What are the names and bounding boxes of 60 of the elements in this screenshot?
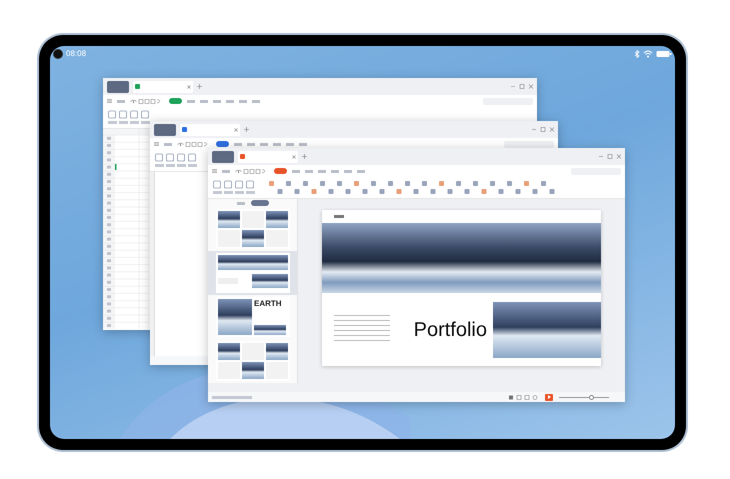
photo-placeholder <box>252 274 288 288</box>
photo-placeholder <box>218 211 240 228</box>
active-menu-tab[interactable] <box>216 141 229 147</box>
photo-placeholder <box>266 211 288 228</box>
bluetooth-icon <box>634 50 640 58</box>
view-mode-icons-drawing <box>509 394 539 400</box>
document-tab[interactable] <box>238 150 298 162</box>
slide-heading: EARTH <box>254 299 283 308</box>
active-menu-tab[interactable] <box>274 168 287 174</box>
thumbnail-row[interactable] <box>208 251 297 295</box>
photo-placeholder <box>218 343 240 360</box>
document-tab[interactable] <box>133 80 193 92</box>
clipboard-tools-drawing <box>108 110 152 125</box>
wifi-icon <box>643 50 653 58</box>
photo-placeholder <box>254 325 286 335</box>
menu-label-drawing <box>164 142 172 146</box>
plus-icon <box>302 154 307 159</box>
window-controls-icon <box>599 154 621 159</box>
pane-tab-drawing <box>236 202 244 204</box>
clipboard-tools-drawing <box>155 153 199 168</box>
plus-icon <box>197 84 202 89</box>
play-icon <box>548 395 550 399</box>
slide-thumbnail[interactable] <box>216 209 290 249</box>
active-menu-tab[interactable] <box>169 98 182 104</box>
slide-thumbnail[interactable]: EARTH <box>216 297 290 337</box>
slider-thumb[interactable] <box>589 394 594 400</box>
menu-label-drawing <box>222 170 230 172</box>
active-pane-tab[interactable] <box>250 200 268 206</box>
close-icon <box>234 128 238 132</box>
photo-placeholder <box>266 343 288 360</box>
menu-icon <box>107 99 112 103</box>
photo-placeholder <box>493 302 520 358</box>
home-tab[interactable] <box>212 150 234 162</box>
clipboard-tools-drawing <box>213 180 257 195</box>
slide-thumbnail[interactable] <box>216 341 290 381</box>
status-text-drawing <box>212 396 252 398</box>
play-button[interactable] <box>545 394 553 400</box>
photo-placeholder <box>218 299 252 335</box>
photo-placeholder <box>218 255 288 270</box>
search-field[interactable] <box>504 140 554 148</box>
menu-label-drawing <box>117 100 125 102</box>
window-controls-icon <box>511 84 533 89</box>
chapter-label-drawing <box>334 215 344 218</box>
photo-placeholder <box>242 362 264 379</box>
battery-icon <box>656 50 672 58</box>
slide-title: Portfolio <box>414 318 487 342</box>
window-controls-icon <box>532 127 554 132</box>
menu-icon <box>212 169 217 173</box>
home-tab[interactable] <box>107 80 129 92</box>
close-icon <box>292 154 296 158</box>
menu-icon <box>154 142 159 146</box>
home-tab[interactable] <box>154 124 176 136</box>
plus-icon <box>244 127 249 132</box>
clock-time: 08:08 <box>66 48 86 60</box>
camera-icon <box>53 49 63 59</box>
close-icon <box>187 84 191 88</box>
photo-placeholder <box>242 230 264 247</box>
slide-thumbnail[interactable] <box>216 253 290 293</box>
document-tab[interactable] <box>180 124 240 136</box>
photo-placeholder <box>574 302 601 358</box>
